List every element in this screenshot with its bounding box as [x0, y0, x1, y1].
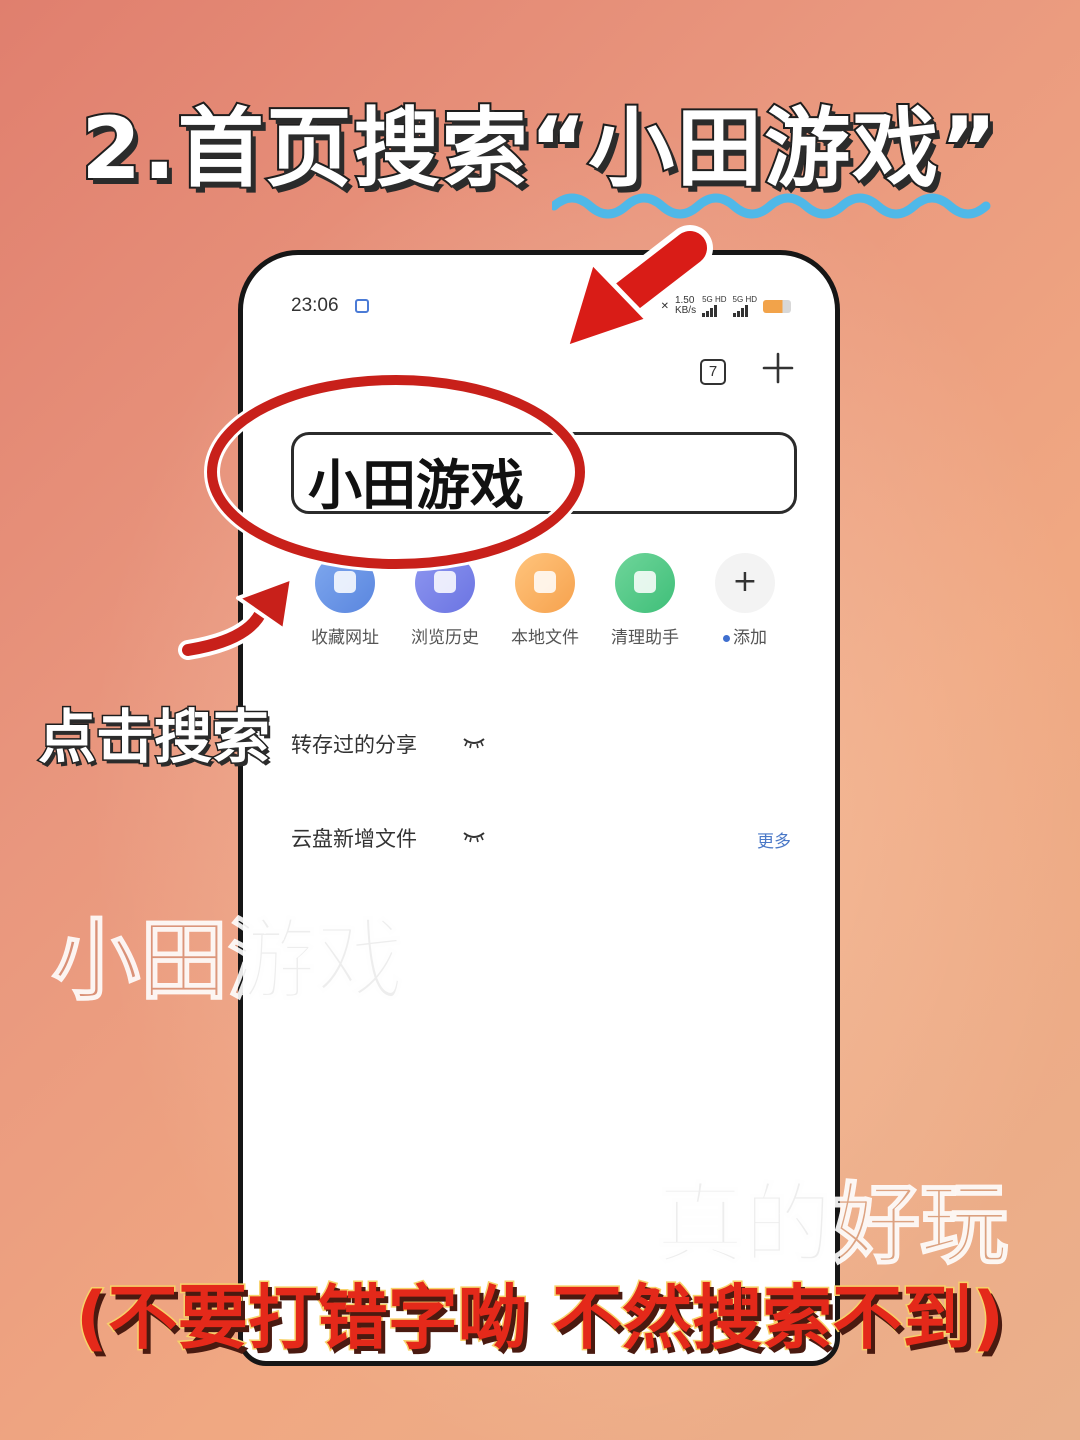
- red-circle-highlight: [204, 372, 588, 572]
- curved-arrow-icon: [178, 576, 294, 660]
- footer-note: (不要打错字呦 不然搜索不到): [74, 1276, 1005, 1361]
- red-arrow-icon: [563, 225, 713, 351]
- tap-search-label: 点击搜索: [36, 702, 271, 773]
